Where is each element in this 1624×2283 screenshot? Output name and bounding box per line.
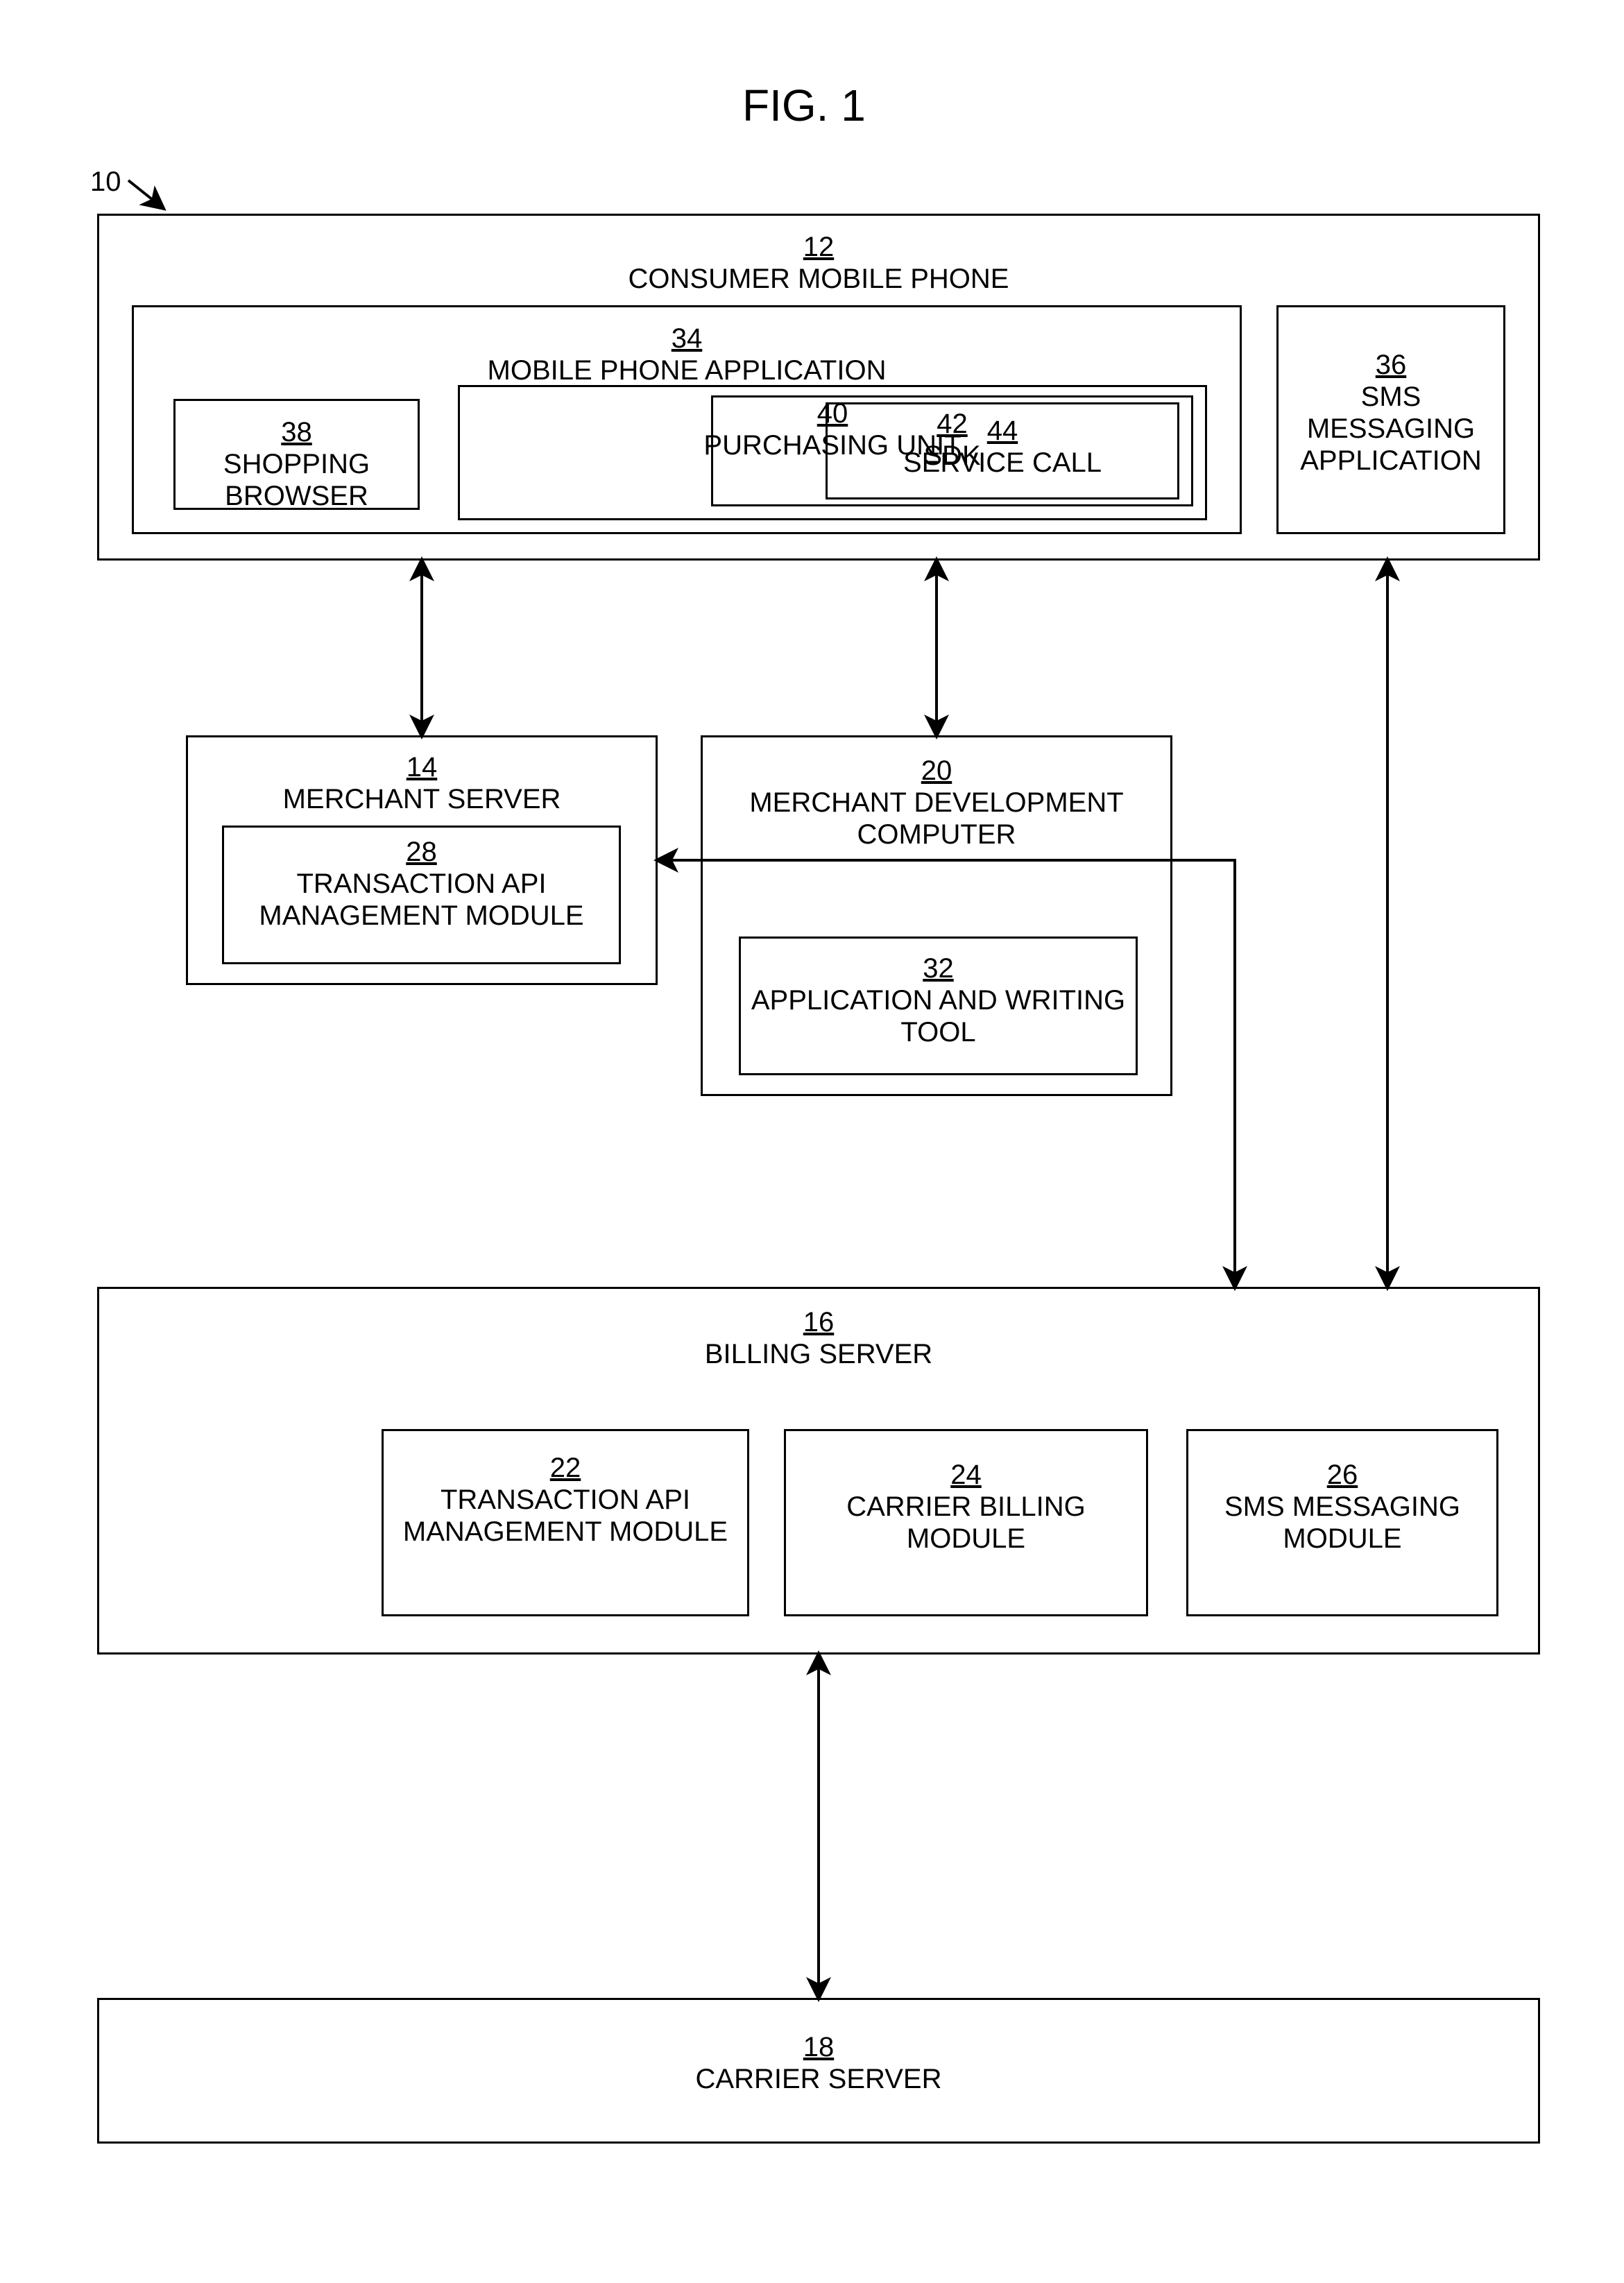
box-num: 16 [99, 1306, 1538, 1338]
box-label: APPLICATION AND WRITING TOOL [751, 985, 1125, 1048]
box-num: 34 [134, 323, 1240, 354]
box-label: SMS MESSAGING MODULE [1224, 1491, 1460, 1554]
box-num: 20 [703, 755, 1170, 787]
box-num: 12 [99, 231, 1538, 263]
box-num: 38 [176, 416, 418, 448]
box-num: 32 [741, 952, 1136, 984]
box-num: 14 [188, 751, 656, 783]
box-label: TRANSACTION API MANAGEMENT MODULE [259, 869, 583, 931]
box-sms-messaging-application: 36 SMS MESSAGING APPLICATION [1276, 305, 1505, 534]
box-label: CARRIER SERVER [696, 2064, 942, 2094]
box-label: CONSUMER MOBILE PHONE [629, 264, 1009, 294]
box-sms-messaging-module: 26 SMS MESSAGING MODULE [1186, 1429, 1498, 1616]
box-service-call: 44 SERVICE CALL [826, 402, 1179, 499]
box-num: 44 [828, 415, 1177, 447]
box-label: MOBILE PHONE APPLICATION [488, 355, 887, 386]
box-carrier-server: 18 CARRIER SERVER [97, 1998, 1540, 2144]
box-label: TRANSACTION API MANAGEMENT MODULE [403, 1485, 728, 1547]
box-label: SMS MESSAGING APPLICATION [1300, 382, 1482, 476]
box-transaction-api-22: 22 TRANSACTION API MANAGEMENT MODULE [382, 1429, 749, 1616]
box-num: 36 [1279, 349, 1503, 381]
box-label: BILLING SERVER [705, 1339, 932, 1369]
box-label: SERVICE CALL [903, 447, 1102, 478]
box-shopping-browser: 38 SHOPPING BROWSER [173, 399, 420, 510]
box-num: 26 [1188, 1459, 1496, 1491]
box-label: MERCHANT SERVER [283, 784, 561, 814]
box-label: CARRIER BILLING MODULE [846, 1491, 1086, 1554]
box-num: 18 [99, 2031, 1538, 2063]
box-num: 24 [786, 1459, 1146, 1491]
figure-ref-10: 10 [90, 166, 121, 198]
box-carrier-billing-module: 24 CARRIER BILLING MODULE [784, 1429, 1148, 1616]
box-label: MERCHANT DEVELOPMENT COMPUTER [749, 787, 1123, 850]
box-label: SHOPPING BROWSER [223, 449, 370, 511]
box-transaction-api-28: 28 TRANSACTION API MANAGEMENT MODULE [222, 826, 621, 964]
box-num: 28 [224, 836, 619, 868]
figure-title: FIG. 1 [742, 80, 866, 131]
diagram-page: FIG. 1 10 12 CONSUMER MOBILE PHONE 34 MO… [0, 0, 1624, 2283]
box-application-writing-tool: 32 APPLICATION AND WRITING TOOL [739, 937, 1138, 1075]
box-num: 22 [384, 1452, 747, 1484]
